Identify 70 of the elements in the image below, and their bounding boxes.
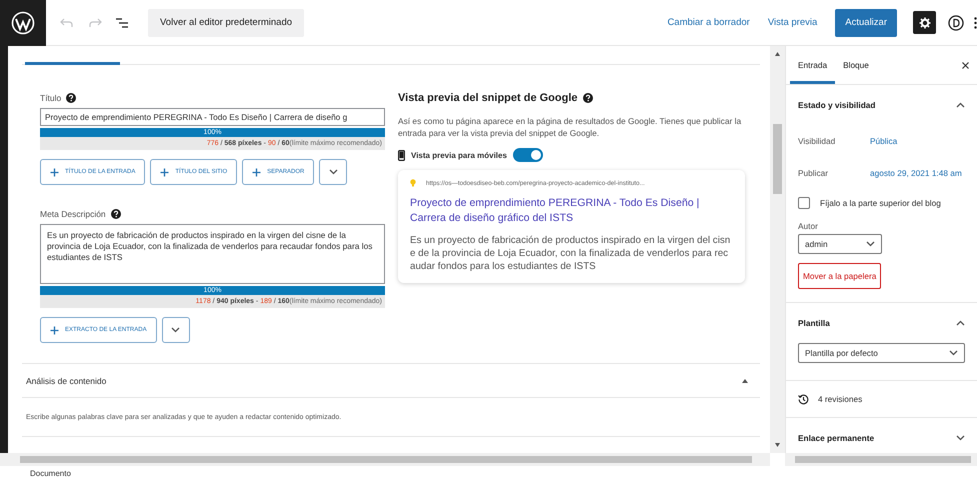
scroll-down-icon[interactable] [775, 443, 780, 447]
checkbox-label: Fíjalo a la parte superior del blog [820, 198, 941, 208]
update-button[interactable]: Actualizar [835, 8, 897, 36]
more-variables-button[interactable] [162, 317, 190, 343]
scroll-thumb[interactable] [795, 456, 971, 463]
toggle-label: Vista previa para móviles [411, 150, 507, 160]
chevron-down-icon [956, 435, 965, 441]
more-variables-button[interactable] [319, 159, 348, 185]
snippet-title[interactable]: Proyecto de emprendimiento PEREGRINA - Todo Es Diseño | Carrera de diseño gráfico del ISTS [410, 196, 733, 226]
horizontal-scrollbar[interactable] [0, 453, 770, 466]
header-link[interactable]: Cambiar a borrador [667, 17, 750, 28]
more-icon[interactable] [974, 16, 977, 28]
chevron-up-icon [956, 320, 965, 326]
scroll-thumb[interactable] [773, 124, 782, 194]
list-view-icon[interactable] [116, 18, 128, 28]
setting-label: Visibilidad [798, 136, 836, 146]
plus-icon [50, 168, 59, 176]
scroll-up-icon[interactable] [775, 52, 780, 56]
analysis-header[interactable]: Análisis de contenido [22, 363, 760, 398]
chevron-down-icon [949, 350, 958, 356]
horizontal-scrollbar[interactable] [785, 453, 977, 466]
sidebar-tab[interactable]: Entrada [790, 46, 836, 84]
setting-link[interactable]: Pública [870, 136, 898, 146]
panel-header[interactable]: Enlace permanente [798, 418, 965, 453]
analysis-heading: Análisis de contenido [26, 376, 106, 386]
close-icon[interactable] [962, 62, 969, 68]
sticky-checkbox[interactable] [798, 197, 810, 209]
sidebar-tab[interactable]: Bloque [835, 46, 877, 84]
snippet-description: Es un proyecto de fabricación de productos inspirado en la virgen del cisne de la provincia de Loja Ecuador, con la finalizada de venderlos para recaudar fondos para los estudiantes de ISTS [410, 234, 732, 273]
help-icon[interactable] [66, 93, 76, 103]
settings-button[interactable] [913, 11, 936, 34]
logo-icon [11, 10, 35, 34]
setting-link[interactable]: agosto 29, 2021 1:48 am [870, 168, 962, 178]
trash-button[interactable]: Mover a la papelera [798, 263, 882, 289]
site-logo-button[interactable] [0, 0, 46, 46]
title-field[interactable]: Proyecto de emprendimiento PEREGRINA - Todo Es Diseño | Carrera de diseño g [40, 108, 385, 126]
help-icon[interactable] [110, 209, 121, 219]
chevron-up-icon [956, 102, 965, 108]
help-icon[interactable] [582, 93, 593, 103]
panel-header[interactable]: Plantilla [798, 303, 965, 343]
phone-icon [398, 150, 405, 160]
history-icon [798, 394, 809, 404]
panel-title: Plantilla [798, 318, 830, 328]
plus-icon [160, 168, 170, 176]
panel-title: Enlace permanente [798, 433, 874, 443]
mobile-preview-toggle[interactable] [512, 148, 543, 162]
header-link[interactable]: Vista previa [768, 17, 818, 28]
plus-icon [252, 168, 262, 176]
panel-header[interactable]: Estado y visibilidad [798, 85, 965, 125]
author-label: Autor [798, 221, 819, 231]
caret-icon [171, 327, 180, 333]
template-select[interactable]: Plantilla por defecto [798, 343, 965, 363]
settings-icon [918, 16, 930, 28]
status-text: Documento [30, 469, 71, 478]
preview-intro: Así es como tu página aparece en la página de resultados de Google. Tienes que publicar la entrada para ver la vista previa del snippet de Google. [398, 115, 742, 139]
field-label: Título [40, 93, 62, 103]
revisions-link[interactable]: 4 revisiones [786, 381, 977, 418]
caret-icon [328, 169, 338, 175]
preview-heading: Vista previa del snippet de Google [398, 92, 578, 104]
panel-title: Estado y visibilidad [798, 100, 876, 110]
chevron-down-icon [866, 241, 875, 247]
circle-icon[interactable] [948, 14, 964, 30]
bulb-icon [410, 179, 416, 187]
setting-label: Publicar [798, 168, 829, 178]
scroll-thumb[interactable] [20, 456, 752, 463]
plus-icon [50, 326, 59, 334]
author-select[interactable]: admin [798, 234, 882, 254]
field-label: Meta Descripción [40, 209, 106, 219]
back-to-editor-button[interactable]: Volver al editor predeterminado [148, 8, 304, 36]
description-field[interactable]: Es un proyecto de fabricación de productos inspirado en la virgen del cisne de la provincia de Loja Ecuador, con la finalizada de venderlos para recaudar fondos para los estudiantes de ISTS [40, 224, 385, 284]
